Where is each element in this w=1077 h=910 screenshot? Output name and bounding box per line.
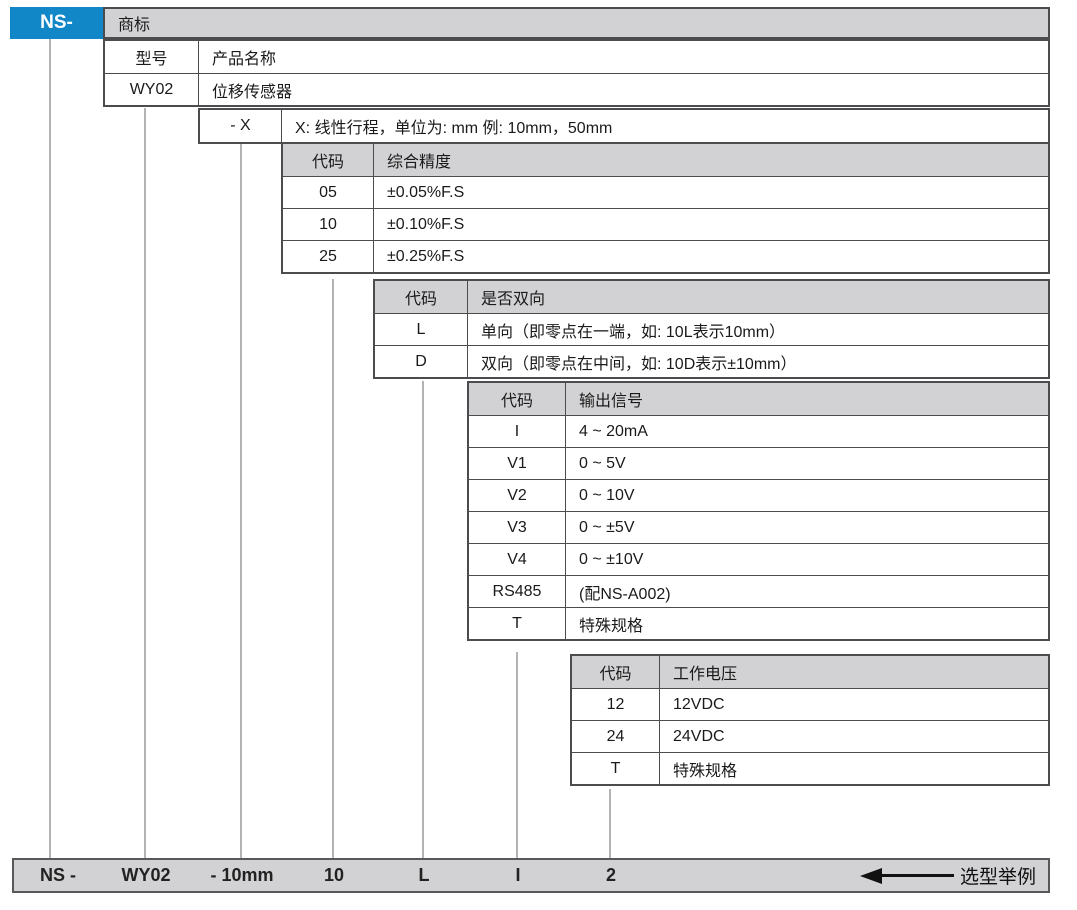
example-part: 2 xyxy=(606,860,616,891)
example-pointer: 选型举例 xyxy=(860,860,1036,891)
desc-cell: ±0.05%F.S xyxy=(374,177,1048,208)
left-arrow-tail xyxy=(882,874,954,877)
desc-cell: 单向（即零点在一端，如: 10L表示10mm） xyxy=(468,314,1048,345)
code-cell: 代码 xyxy=(469,383,566,415)
code-cell: - X xyxy=(200,110,282,142)
accuracy-table: 代码 综合精度 05 ±0.05%F.S 10 ±0.10%F.S 25 ±0.… xyxy=(281,142,1050,274)
desc-cell: 产品名称 xyxy=(199,41,1048,73)
connector-line xyxy=(144,108,146,858)
code-cell: 代码 xyxy=(283,144,374,176)
code-cell: L xyxy=(375,314,468,345)
table-row: V1 0 ~ 5V xyxy=(469,447,1048,479)
table-row: 05 ±0.05%F.S xyxy=(283,176,1048,208)
code-cell: 型号 xyxy=(105,41,199,73)
table-row: WY02 位移传感器 xyxy=(105,73,1048,105)
table-header-row: 代码 是否双向 xyxy=(375,281,1048,313)
table-row: V3 0 ~ ±5V xyxy=(469,511,1048,543)
example-part: WY02 xyxy=(121,860,170,891)
example-part: - 10mm xyxy=(210,860,273,891)
connector-line xyxy=(240,143,242,858)
trademark-cell: 商标 xyxy=(103,7,1050,39)
table-row: T 特殊规格 xyxy=(572,752,1048,784)
ordering-code-diagram: NS- 商标 型号 产品名称 WY02 位移传感器 - X X: 线性行程，单位… xyxy=(0,0,1077,910)
example-part: I xyxy=(515,860,520,891)
code-cell: WY02 xyxy=(105,74,199,105)
table-row: 12 12VDC xyxy=(572,688,1048,720)
example-part: 10 xyxy=(324,860,344,891)
table-row: L 单向（即零点在一端，如: 10L表示10mm） xyxy=(375,313,1048,345)
desc-cell: 是否双向 xyxy=(468,281,1048,313)
table-row: 型号 产品名称 xyxy=(105,41,1048,73)
code-cell: 25 xyxy=(283,241,374,272)
table-row: D 双向（即零点在中间，如: 10D表示±10mm） xyxy=(375,345,1048,377)
desc-cell: 24VDC xyxy=(660,721,1048,752)
desc-cell: 0 ~ 5V xyxy=(566,448,1048,479)
trademark-label: 商标 xyxy=(118,11,150,35)
direction-table: 代码 是否双向 L 单向（即零点在一端，如: 10L表示10mm） D 双向（即… xyxy=(373,279,1050,379)
code-cell: D xyxy=(375,346,468,377)
code-cell: T xyxy=(469,608,566,639)
output-signal-table: 代码 输出信号 I 4 ~ 20mA V1 0 ~ 5V V2 0 ~ 10V … xyxy=(467,381,1050,641)
example-label: 选型举例 xyxy=(960,862,1036,889)
stroke-table: - X X: 线性行程，单位为: mm 例: 10mm，50mm xyxy=(198,108,1050,144)
voltage-table: 代码 工作电压 12 12VDC 24 24VDC T 特殊规格 xyxy=(570,654,1050,786)
table-row: T 特殊规格 xyxy=(469,607,1048,639)
table-row: I 4 ~ 20mA xyxy=(469,415,1048,447)
example-part: NS - xyxy=(40,860,76,891)
table-row: - X X: 线性行程，单位为: mm 例: 10mm，50mm xyxy=(200,110,1048,142)
example-bar: NS - WY02 - 10mm 10 L I 2 选型举例 xyxy=(12,858,1050,893)
table-row: 25 ±0.25%F.S xyxy=(283,240,1048,272)
code-cell: 05 xyxy=(283,177,374,208)
code-cell: T xyxy=(572,753,660,784)
desc-cell: (配NS-A002) xyxy=(566,576,1048,607)
code-cell: 24 xyxy=(572,721,660,752)
code-cell: I xyxy=(469,416,566,447)
example-part: L xyxy=(419,860,430,891)
desc-cell: X: 线性行程，单位为: mm 例: 10mm，50mm xyxy=(282,110,1048,142)
desc-cell: 特殊规格 xyxy=(660,753,1048,784)
connector-line xyxy=(49,39,51,858)
connector-line xyxy=(516,652,518,858)
prefix-code-label: NS- xyxy=(40,12,73,34)
table-header-row: 代码 输出信号 xyxy=(469,383,1048,415)
desc-cell: ±0.25%F.S xyxy=(374,241,1048,272)
desc-cell: 综合精度 xyxy=(374,144,1048,176)
table-header-row: 代码 工作电压 xyxy=(572,656,1048,688)
table-row: V4 0 ~ ±10V xyxy=(469,543,1048,575)
code-cell: V1 xyxy=(469,448,566,479)
model-table: 型号 产品名称 WY02 位移传感器 xyxy=(103,39,1050,107)
desc-cell: 0 ~ ±10V xyxy=(566,544,1048,575)
table-header-row: 代码 综合精度 xyxy=(283,144,1048,176)
desc-cell: 0 ~ 10V xyxy=(566,480,1048,511)
table-row: 10 ±0.10%F.S xyxy=(283,208,1048,240)
code-cell: V4 xyxy=(469,544,566,575)
left-arrow-icon xyxy=(860,868,882,884)
desc-cell: 12VDC xyxy=(660,689,1048,720)
code-cell: 代码 xyxy=(375,281,468,313)
table-row: 24 24VDC xyxy=(572,720,1048,752)
connector-line xyxy=(422,381,424,858)
desc-cell: 4 ~ 20mA xyxy=(566,416,1048,447)
desc-cell: 工作电压 xyxy=(660,656,1048,688)
connector-line xyxy=(332,279,334,858)
desc-cell: 位移传感器 xyxy=(199,74,1048,105)
code-cell: V3 xyxy=(469,512,566,543)
connector-line xyxy=(609,789,611,858)
code-cell: 10 xyxy=(283,209,374,240)
code-cell: 代码 xyxy=(572,656,660,688)
table-row: RS485 (配NS-A002) xyxy=(469,575,1048,607)
prefix-code-box: NS- xyxy=(10,7,103,39)
code-cell: V2 xyxy=(469,480,566,511)
desc-cell: ±0.10%F.S xyxy=(374,209,1048,240)
table-row: V2 0 ~ 10V xyxy=(469,479,1048,511)
code-cell: RS485 xyxy=(469,576,566,607)
code-cell: 12 xyxy=(572,689,660,720)
desc-cell: 特殊规格 xyxy=(566,608,1048,639)
desc-cell: 双向（即零点在中间，如: 10D表示±10mm） xyxy=(468,346,1048,377)
desc-cell: 输出信号 xyxy=(566,383,1048,415)
desc-cell: 0 ~ ±5V xyxy=(566,512,1048,543)
